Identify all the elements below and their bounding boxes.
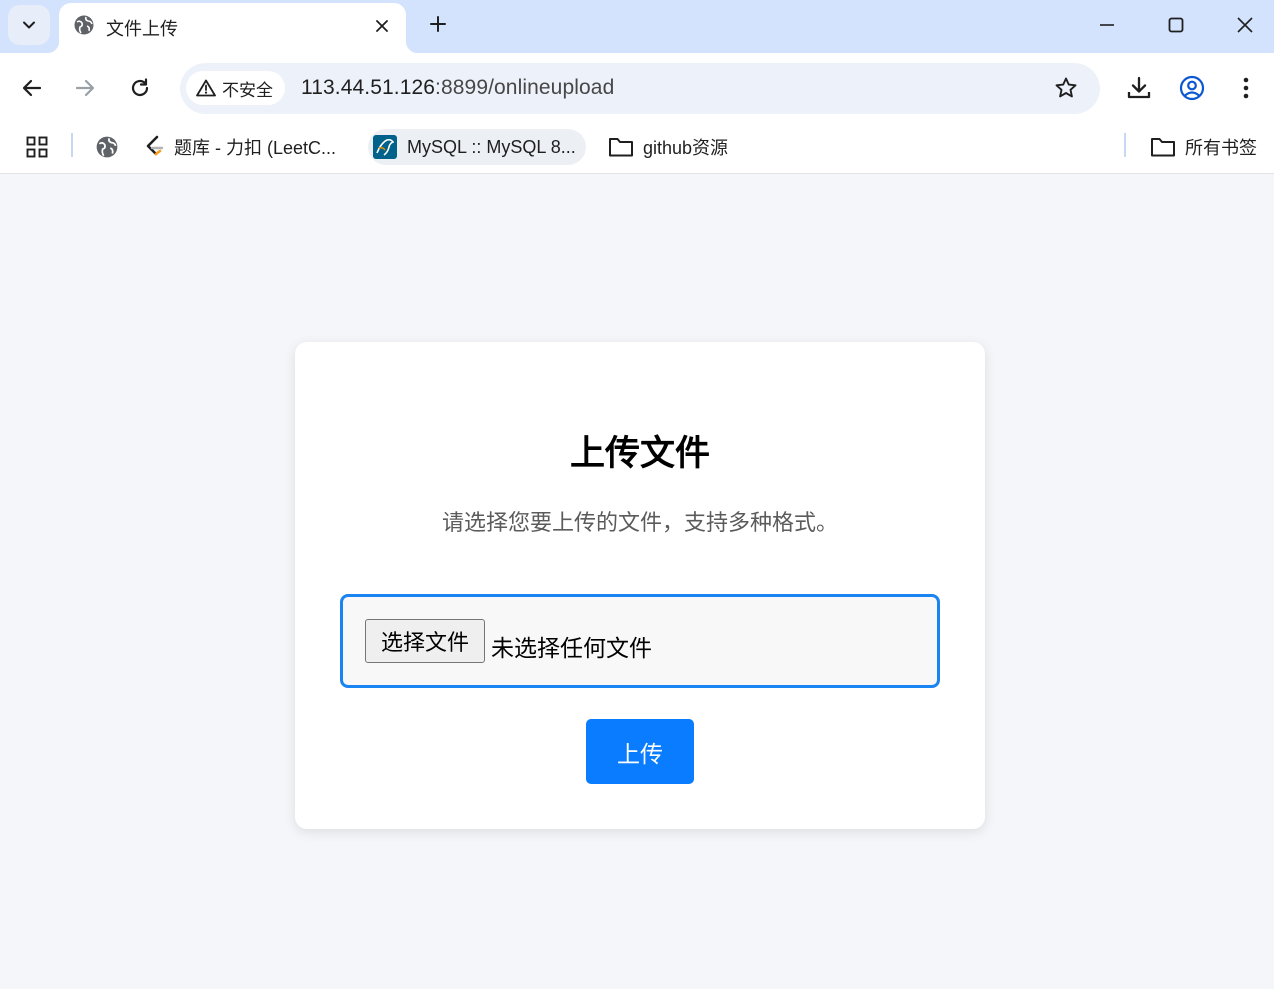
url-host: 113.44.51.126 — [301, 76, 436, 99]
globe-icon — [73, 14, 95, 41]
upload-button[interactable]: 上传 — [586, 719, 694, 784]
menu-button[interactable] — [1229, 71, 1263, 105]
tab-search-button[interactable] — [8, 5, 50, 45]
back-button[interactable] — [15, 71, 49, 105]
warning-icon — [196, 79, 216, 97]
tab-strip: 文件上传 — [0, 0, 1274, 53]
globe-icon — [96, 136, 118, 158]
bookmark-mysql[interactable]: MySQL :: MySQL 8... — [368, 129, 586, 165]
bookmark-leetcode[interactable]: 题库 - 力扣 (LeetC... — [143, 129, 336, 165]
maximize-icon — [1168, 17, 1184, 33]
url-text[interactable]: 113.44.51.126:8899/onlineupload — [301, 76, 614, 100]
all-bookmarks-label: 所有书签 — [1185, 138, 1257, 158]
mysql-logo-icon — [373, 135, 397, 159]
account-circle-icon — [1179, 75, 1205, 101]
bookmark-globe[interactable] — [95, 129, 119, 165]
upload-card: 上传文件 请选择您要上传的文件，支持多种格式。 选择文件 未选择任何文件 上传 — [295, 342, 985, 829]
bookmark-label: github资源 — [643, 138, 729, 158]
apps-grid-icon — [26, 136, 48, 158]
bookmarks-bar: 题库 - 力扣 (LeetC... MySQL :: MySQL 8... gi… — [0, 123, 1274, 174]
downloads-button[interactable] — [1122, 71, 1156, 105]
bookmark-label: 题库 - 力扣 (LeetC... — [174, 138, 337, 158]
file-status-text: 未选择任何文件 — [491, 635, 652, 661]
folder-icon — [609, 138, 633, 157]
choose-file-button[interactable]: 选择文件 — [365, 619, 485, 663]
bookmarks-separator — [71, 133, 73, 157]
close-window-button[interactable] — [1225, 8, 1265, 42]
browser-tab[interactable]: 文件上传 — [47, 3, 418, 53]
folder-icon — [1151, 138, 1175, 157]
security-chip[interactable]: 不安全 — [186, 71, 285, 105]
maximize-button[interactable] — [1156, 8, 1196, 42]
security-label: 不安全 — [222, 80, 273, 100]
download-icon — [1127, 76, 1151, 99]
arrow-left-icon — [22, 79, 42, 97]
file-input[interactable]: 选择文件 未选择任何文件 — [340, 594, 940, 688]
leetcode-logo-icon — [146, 135, 164, 156]
bookmark-star-icon[interactable] — [1054, 76, 1078, 105]
tab-title: 文件上传 — [106, 19, 178, 39]
url-path: :8899/onlineupload — [435, 76, 615, 99]
bookmark-folder-github[interactable]: github资源 — [608, 129, 728, 165]
close-icon — [1237, 17, 1253, 33]
new-tab-button[interactable] — [423, 9, 453, 39]
address-bar[interactable]: 不安全 113.44.51.126:8899/onlineupload — [180, 63, 1100, 114]
page-title: 上传文件 — [569, 434, 710, 473]
minimize-icon — [1100, 24, 1114, 26]
minimize-button[interactable] — [1087, 8, 1127, 42]
bookmarks-separator — [1124, 133, 1126, 157]
apps-button[interactable] — [26, 129, 48, 165]
chevron-down-icon — [23, 21, 35, 29]
reload-button[interactable] — [123, 71, 157, 105]
all-bookmarks-button[interactable]: 所有书签 — [1150, 129, 1257, 165]
page-viewport: 上传文件 请选择您要上传的文件，支持多种格式。 选择文件 未选择任何文件 上传 — [0, 175, 1274, 989]
arrow-right-icon — [75, 79, 95, 97]
forward-button[interactable] — [68, 71, 102, 105]
tab-close-icon[interactable] — [371, 15, 393, 37]
plus-icon — [430, 16, 446, 32]
page-description: 请选择您要上传的文件，支持多种格式。 — [441, 510, 838, 535]
more-vert-icon — [1243, 77, 1249, 99]
bookmark-label: MySQL :: MySQL 8... — [407, 136, 576, 157]
profile-button[interactable] — [1175, 71, 1209, 105]
browser-toolbar: 不安全 113.44.51.126:8899/onlineupload — [0, 53, 1274, 123]
reload-icon — [131, 78, 149, 97]
